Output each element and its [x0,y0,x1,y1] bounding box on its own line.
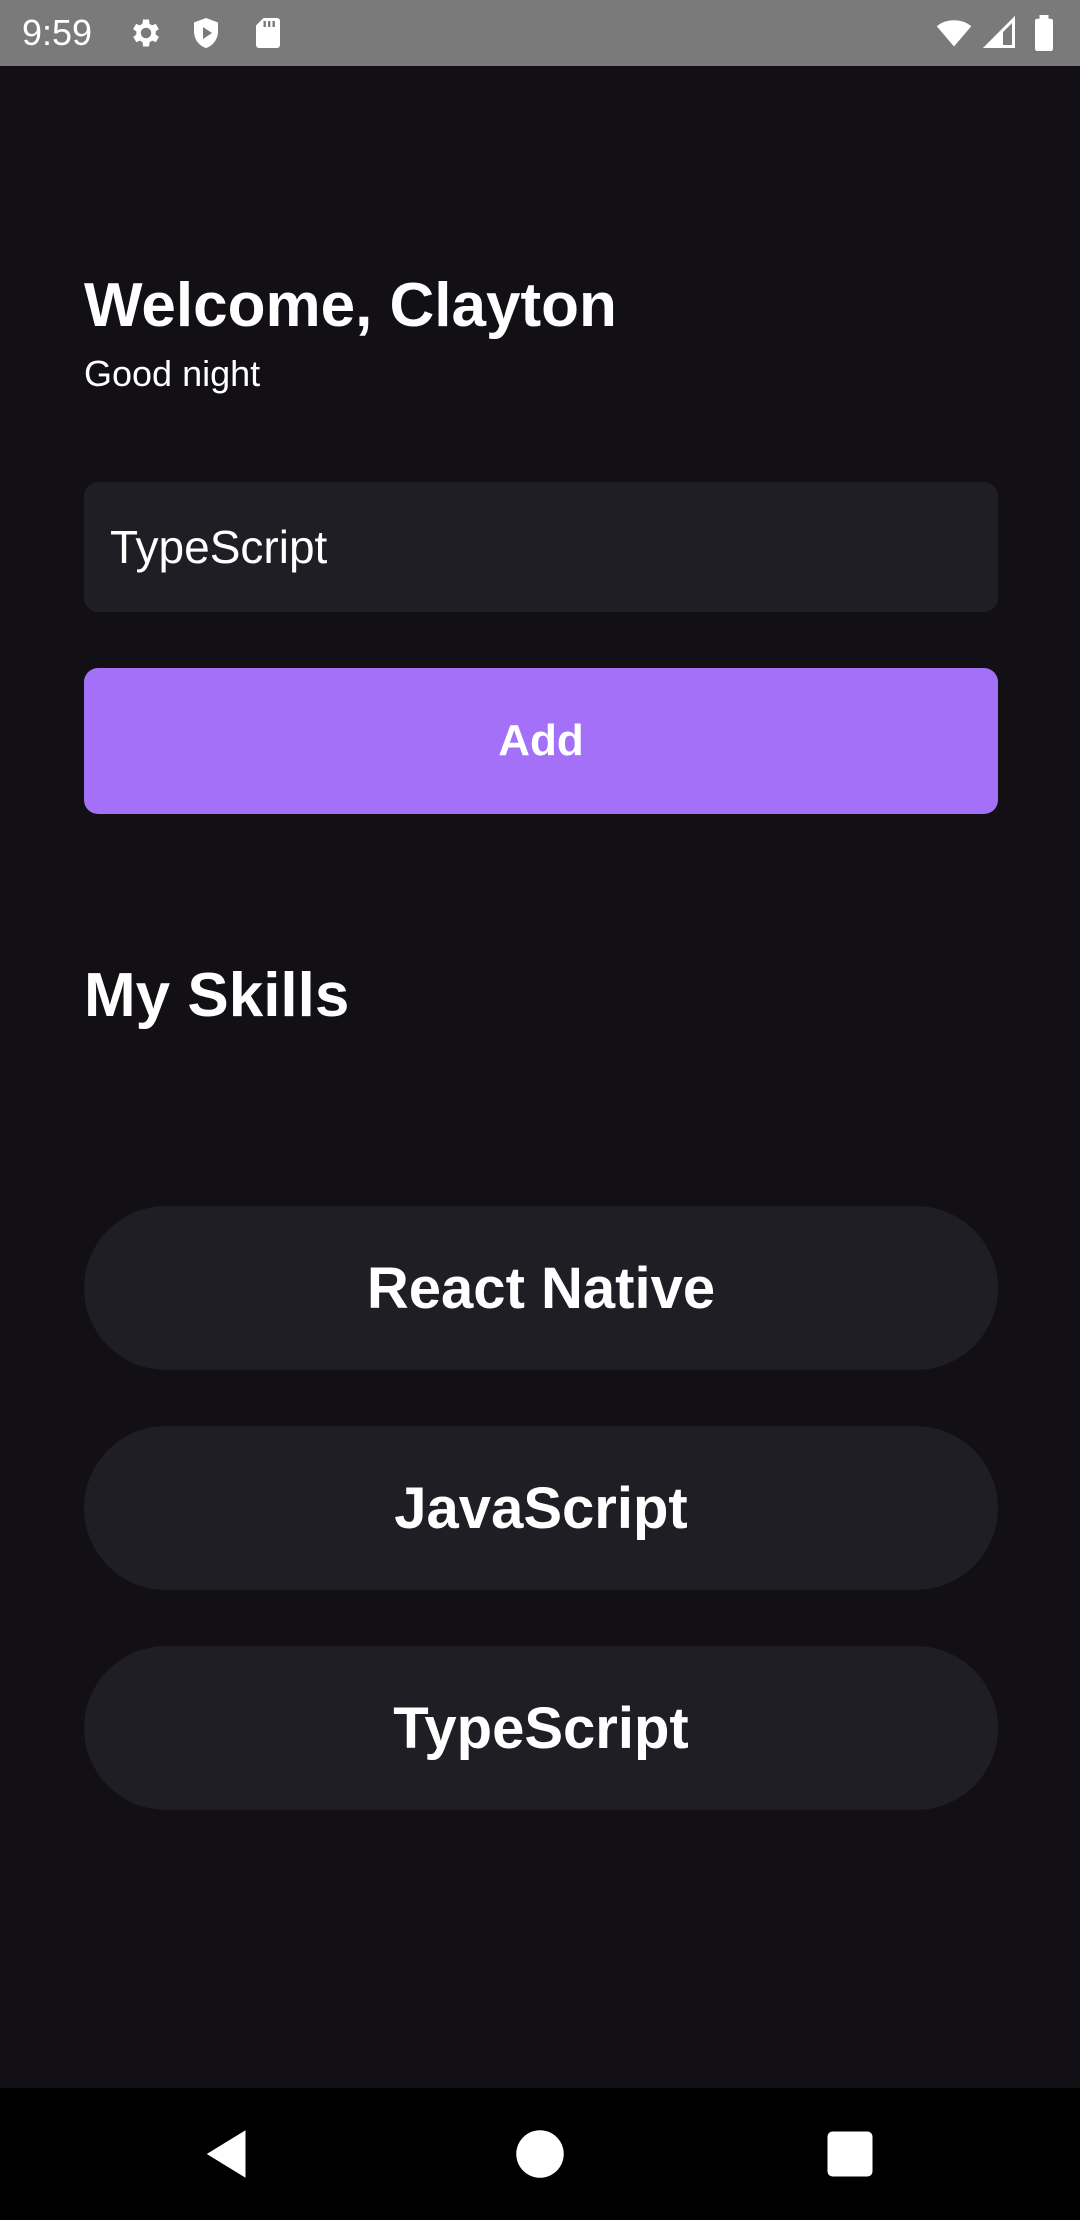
gear-icon [128,15,164,51]
skill-item[interactable]: JavaScript [84,1426,998,1590]
signal-icon [982,15,1018,51]
battery-icon [1030,15,1058,51]
wifi-icon [934,15,974,51]
sd-card-icon [250,15,286,51]
skill-item[interactable]: TypeScript [84,1646,998,1810]
greeting-text: Good night [84,353,261,394]
recents-icon[interactable] [820,2124,880,2184]
skill-item[interactable]: React Native [84,1206,998,1370]
shield-icon [188,15,224,51]
app-screen: 9:59 Welcome, Clayton Good night Add My … [0,0,1080,2220]
status-time: 9:59 [22,12,93,53]
navigation-bar [0,2088,1080,2220]
home-icon[interactable] [510,2124,570,2184]
welcome-title: Welcome, Clayton [84,271,617,340]
skill-list: React Native JavaScript TypeScript [84,1206,998,1866]
add-skill-button[interactable]: Add [84,668,998,814]
status-bar: 9:59 [0,0,1080,66]
skills-section-title: My Skills [84,961,350,1030]
new-skill-input[interactable] [84,482,998,612]
back-icon[interactable] [198,2124,258,2184]
